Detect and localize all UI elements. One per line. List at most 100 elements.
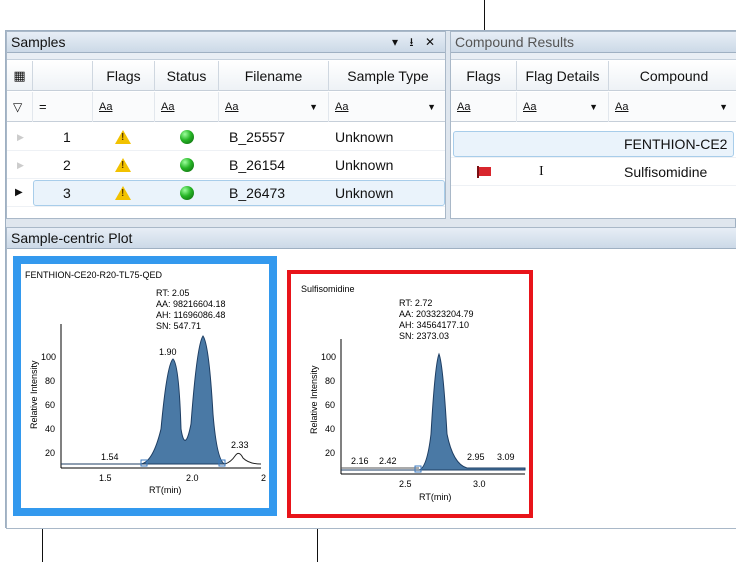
peak-label: 2.95 <box>467 452 485 462</box>
chevron-down-icon[interactable]: ▼ <box>589 92 598 122</box>
flag-details-cell: I <box>539 164 544 179</box>
y-axis-label: Relative Intensity <box>29 360 39 429</box>
filter-filename[interactable]: Aa ▼ <box>219 92 329 122</box>
y-tick-label: 100 <box>41 352 56 362</box>
peak-label: 2.16 <box>351 456 369 466</box>
table-row-selected[interactable]: FENTHION-CE2 <box>451 130 736 158</box>
filter-status[interactable]: Aa <box>155 92 219 122</box>
table-row[interactable]: ▶ 1 ! B_25557 Unknown <box>7 123 445 151</box>
warning-mark: ! <box>121 132 125 143</box>
status-ok-icon <box>180 158 194 172</box>
filter-compound[interactable]: Aa ▼ <box>609 92 736 122</box>
filename-cell: B_26154 <box>229 157 286 173</box>
plot-area: FENTHION-CE20-R20-TL75-QED RT: 2.05 AA: … <box>7 250 736 528</box>
peak-label: 1.90 <box>159 347 177 357</box>
table-row[interactable]: ▶ 2 ! B_26154 Unknown <box>7 151 445 179</box>
row-indicator: ▶ <box>17 160 24 170</box>
pane-strip <box>7 53 445 60</box>
chromatogram-plot-1: FENTHION-CE20-R20-TL75-QED RT: 2.05 AA: … <box>25 270 266 495</box>
chromatogram-thumbnail-selected[interactable]: FENTHION-CE20-R20-TL75-QED RT: 2.05 AA: … <box>13 256 277 516</box>
plot-title-text: Sample-centric Plot <box>11 230 133 246</box>
compound-filter-row: Aa Aa ▼ Aa ▼ <box>451 92 736 122</box>
chevron-down-icon[interactable]: ▼ <box>719 92 728 122</box>
header-status[interactable]: Status <box>155 61 219 91</box>
sample-centric-plot-pane: Sample-centric Plot FENTHION-CE20-R20-TL… <box>6 227 736 529</box>
row-number-header <box>33 61 93 91</box>
status-ok-icon <box>180 130 194 144</box>
peak-label: 2.33 <box>231 440 249 450</box>
row-number: 3 <box>63 185 71 201</box>
y-tick-label: 20 <box>325 448 335 458</box>
row-number: 2 <box>63 157 71 173</box>
peak-label: 2.42 <box>379 456 397 466</box>
compound-cell: Sulfisomidine <box>624 164 708 180</box>
plot-stat: AH: 34564177.10 <box>399 320 469 330</box>
header-flag-details[interactable]: Flag Details <box>517 61 609 91</box>
filename-cell: B_26473 <box>229 185 286 201</box>
plot-stat: AA: 203323204.79 <box>399 309 474 319</box>
plot-stat: RT: 2.05 <box>156 288 189 298</box>
sample-type-cell: Unknown <box>335 185 394 201</box>
chromatogram-canvas: FENTHION-CE20-R20-TL75-QED RT: 2.05 AA: … <box>21 264 269 508</box>
header-compound[interactable]: Compound <box>609 61 736 91</box>
samples-title-text: Samples <box>11 34 66 50</box>
filter-icon[interactable]: ▽ <box>7 92 33 122</box>
chromatogram-peak-fill <box>61 335 226 465</box>
x-tick-label: 2.0 <box>186 473 199 483</box>
table-row-selected[interactable]: ▶ 3 ! B_26473 Unknown <box>7 179 445 207</box>
x-tick-label: 2.5 <box>399 479 412 489</box>
red-flag-icon[interactable] <box>475 165 493 179</box>
plot-stat: AH: 11696086.48 <box>156 310 225 320</box>
y-tick-label: 80 <box>45 376 55 386</box>
x-tick-label: 1.5 <box>99 473 112 483</box>
y-tick-label: 20 <box>45 448 55 458</box>
plot-compound-name: Sulfisomidine <box>301 284 355 294</box>
filter-flags[interactable]: Aa <box>93 92 155 122</box>
plot-stat: RT: 2.72 <box>399 298 432 308</box>
y-tick-label: 60 <box>325 400 335 410</box>
column-chooser-icon[interactable]: ▦ <box>7 61 33 91</box>
plot-stat: SN: 547.71 <box>156 321 201 331</box>
chromatogram-thumbnail-flagged[interactable]: Sulfisomidine RT: 2.72 AA: 203323204.79 … <box>287 270 533 518</box>
y-tick-label: 40 <box>325 424 335 434</box>
x-axis-label: RT(min) <box>419 492 451 502</box>
chevron-down-icon[interactable]: ▼ <box>427 92 436 122</box>
filter-sample-type[interactable]: Aa ▼ <box>329 92 445 122</box>
x-axis-label: RT(min) <box>149 485 181 495</box>
x-tick-label: 3.0 <box>473 479 486 489</box>
warning-mark: ! <box>121 160 125 171</box>
filter-flags[interactable]: Aa <box>451 92 517 122</box>
samples-pane: Samples ▾ ⭳ ✕ ▦ Flags Status Filename Sa… <box>6 31 446 219</box>
plot-stat: SN: 2373.03 <box>399 331 449 341</box>
header-flags[interactable]: Flags <box>93 61 155 91</box>
warning-mark: ! <box>121 188 125 199</box>
samples-header-row: ▦ Flags Status Filename Sample Type <box>7 61 445 91</box>
status-ok-icon <box>180 186 194 200</box>
filter-operator[interactable]: = <box>33 92 93 122</box>
compound-cell: FENTHION-CE2 <box>624 136 728 152</box>
current-row-indicator: ▶ <box>15 187 23 198</box>
filename-cell: B_25557 <box>229 129 286 145</box>
pane-controls[interactable]: ▾ ⭳ ✕ <box>392 32 439 53</box>
peak-label: 1.54 <box>101 452 119 462</box>
y-tick-label: 40 <box>45 424 55 434</box>
header-filename[interactable]: Filename <box>219 61 329 91</box>
plot-compound-name: FENTHION-CE20-R20-TL75-QED <box>25 270 163 280</box>
sample-type-cell: Unknown <box>335 129 394 145</box>
table-row[interactable]: I Sulfisomidine <box>451 158 736 186</box>
header-flags[interactable]: Flags <box>451 61 517 91</box>
y-tick-label: 80 <box>325 376 335 386</box>
chromatogram-trace <box>224 452 262 465</box>
header-sample-type[interactable]: Sample Type <box>329 61 445 91</box>
samples-filter-row: ▽ = Aa Aa Aa ▼ Aa ▼ <box>7 92 445 122</box>
chevron-down-icon[interactable]: ▼ <box>309 92 318 122</box>
plot-pane-title: Sample-centric Plot <box>7 228 736 249</box>
y-axis-label: Relative Intensity <box>309 365 319 434</box>
compound-header-row: Flags Flag Details Compound <box>451 61 736 91</box>
pane-strip <box>451 53 736 60</box>
compound-title-text: Compound Results <box>455 34 575 50</box>
samples-pane-title: Samples ▾ ⭳ ✕ <box>7 32 445 53</box>
filter-flag-details[interactable]: Aa ▼ <box>517 92 609 122</box>
plot-stat: AA: 98216604.18 <box>156 299 226 309</box>
application-frame: Samples ▾ ⭳ ✕ ▦ Flags Status Filename Sa… <box>5 30 736 529</box>
